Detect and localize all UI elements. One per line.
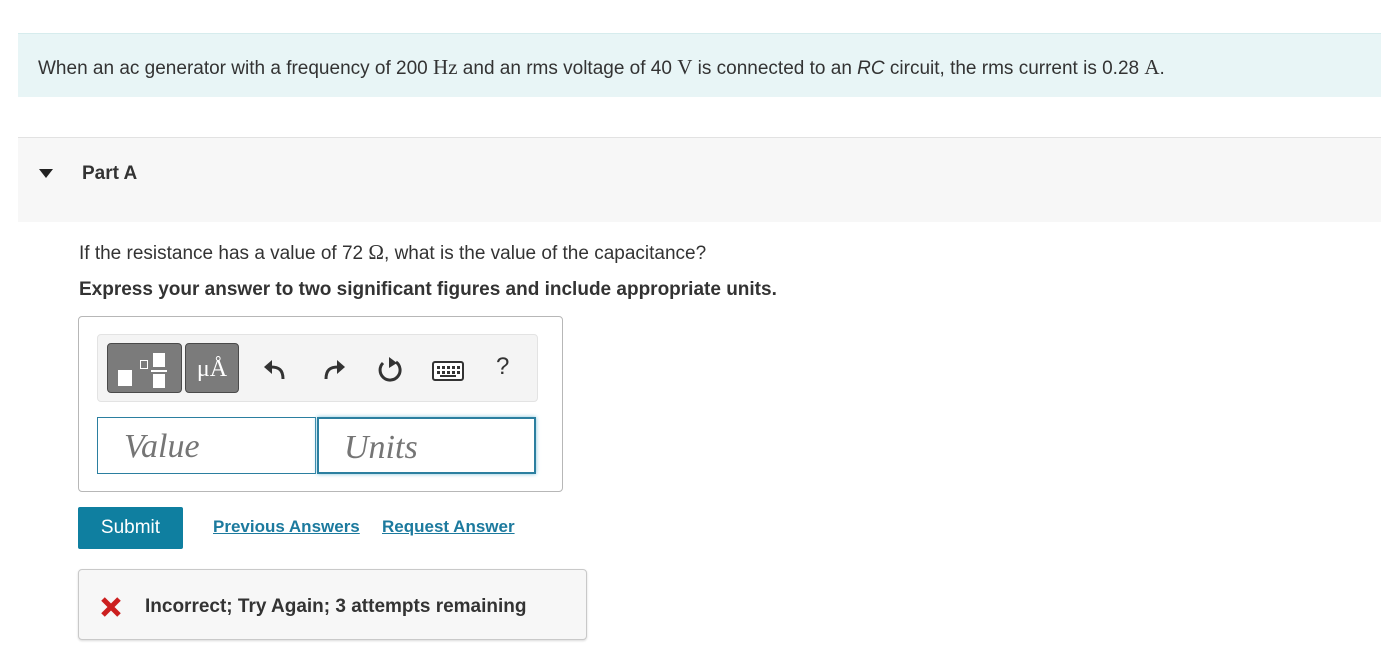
- answer-instruction: Express your answer to two significant f…: [79, 279, 777, 300]
- question-text: If the resistance has a value of 72 Ω, w…: [79, 240, 706, 265]
- previous-answers-link[interactable]: Previous Answers: [213, 517, 360, 537]
- units-button[interactable]: μÅ: [185, 343, 239, 393]
- unit-a: A: [1144, 55, 1160, 79]
- answer-box: μÅ ? Value Units: [78, 316, 563, 492]
- intro-text: When an ac generator with a frequency of…: [38, 55, 1165, 80]
- intro-text-part: When an ac generator with a frequency of…: [38, 58, 434, 79]
- intro-text-part: is connected to an: [692, 58, 858, 79]
- feedback-message: Incorrect; Try Again; 3 attempts remaini…: [145, 596, 527, 617]
- help-icon[interactable]: ?: [496, 353, 509, 381]
- problem-intro: When an ac generator with a frequency of…: [18, 33, 1381, 97]
- submit-button[interactable]: Submit: [78, 507, 183, 549]
- caret-down-icon[interactable]: [39, 169, 53, 178]
- part-title: Part A: [82, 163, 138, 184]
- math-toolbar: μÅ ?: [97, 334, 538, 402]
- templates-button[interactable]: [107, 343, 182, 393]
- rc-label: RC: [857, 58, 885, 79]
- units-icon: μÅ: [196, 356, 228, 382]
- feedback-box: Incorrect; Try Again; 3 attempts remaini…: [78, 569, 587, 640]
- undo-icon[interactable]: [261, 355, 291, 385]
- units-input[interactable]: Units: [317, 417, 536, 474]
- request-answer-link[interactable]: Request Answer: [382, 517, 515, 537]
- question-text-part: , what is the value of the capacitance?: [384, 243, 707, 264]
- reset-icon[interactable]: [375, 355, 405, 385]
- error-x-icon: [101, 597, 121, 617]
- question-text-part: If the resistance has a value of 72: [79, 243, 369, 264]
- unit-hz: Hz: [433, 55, 458, 79]
- intro-text-part: and an rms voltage of 40: [457, 58, 678, 79]
- keyboard-icon[interactable]: [432, 361, 464, 381]
- part-a-header[interactable]: Part A: [18, 137, 1381, 222]
- intro-text-part: .: [1159, 58, 1165, 79]
- intro-text-part: circuit, the rms current is 0.28: [884, 58, 1145, 79]
- redo-icon[interactable]: [318, 355, 348, 385]
- omega-symbol: Ω: [368, 240, 385, 264]
- value-input[interactable]: Value: [97, 417, 316, 474]
- unit-v: V: [677, 55, 693, 79]
